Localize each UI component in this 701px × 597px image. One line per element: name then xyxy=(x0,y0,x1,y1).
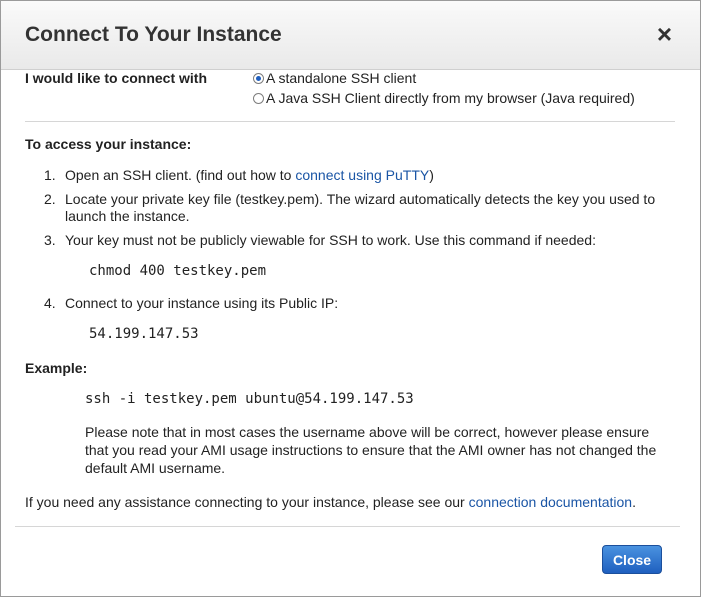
help-text-before: If you need any assistance connecting to… xyxy=(25,494,469,510)
divider xyxy=(25,121,675,122)
step-1-text-before: Open an SSH client. (find out how to xyxy=(65,167,296,183)
step-1-text: Open an SSH client. (find out how to con… xyxy=(65,167,434,184)
footer-divider xyxy=(15,526,680,527)
note-line-3: default AMI username. xyxy=(85,460,226,476)
public-ip: 54.199.147.53 xyxy=(89,326,199,342)
radio-option-standalone-ssh[interactable]: A standalone SSH client xyxy=(253,70,416,86)
dialog-title: Connect To Your Instance xyxy=(25,23,282,46)
example-title: Example: xyxy=(25,360,88,376)
example-ssh-command: ssh -i testkey.pem ubuntu@54.199.147.53 xyxy=(85,391,414,407)
step-3-text: Your key must not be publicly viewable f… xyxy=(65,232,596,248)
putty-link[interactable]: connect using PuTTY xyxy=(295,167,429,183)
help-text-after: . xyxy=(632,494,636,510)
access-section-title: To access your instance: xyxy=(25,136,192,152)
connect-with-label: I would like to connect with xyxy=(25,70,208,86)
radio-button-checked[interactable] xyxy=(253,72,264,84)
dialog-header: Connect To Your Instance × xyxy=(1,1,700,70)
step-number-1: 1. xyxy=(44,167,56,183)
close-button[interactable]: Close xyxy=(602,545,662,574)
step-2-line-2: launch the instance. xyxy=(65,208,190,224)
chmod-command: chmod 400 testkey.pem xyxy=(89,263,267,279)
step-1-text-after: ) xyxy=(429,167,434,183)
help-text: If you need any assistance connecting to… xyxy=(25,494,636,511)
note-line-1: Please note that in most cases the usern… xyxy=(85,424,650,440)
connect-dialog: Connect To Your Instance × I would like … xyxy=(0,0,701,597)
radio-label-standalone-ssh: A standalone SSH client xyxy=(266,70,417,86)
note-line-2: that you read your AMI usage instruction… xyxy=(85,442,657,458)
close-icon[interactable]: × xyxy=(657,21,672,47)
step-number-2: 2. xyxy=(44,191,56,207)
step-2-line-1: Locate your private key file (testkey.pe… xyxy=(65,191,656,207)
step-number-3: 3. xyxy=(44,232,56,248)
connection-documentation-link[interactable]: connection documentation xyxy=(469,494,632,510)
step-4-text: Connect to your instance using its Publi… xyxy=(65,295,339,311)
radio-button-unchecked[interactable] xyxy=(253,92,264,104)
step-number-4: 4. xyxy=(44,295,56,311)
radio-option-java-ssh[interactable]: A Java SSH Client directly from my brows… xyxy=(253,90,635,106)
radio-label-java-ssh: A Java SSH Client directly from my brows… xyxy=(266,90,635,106)
